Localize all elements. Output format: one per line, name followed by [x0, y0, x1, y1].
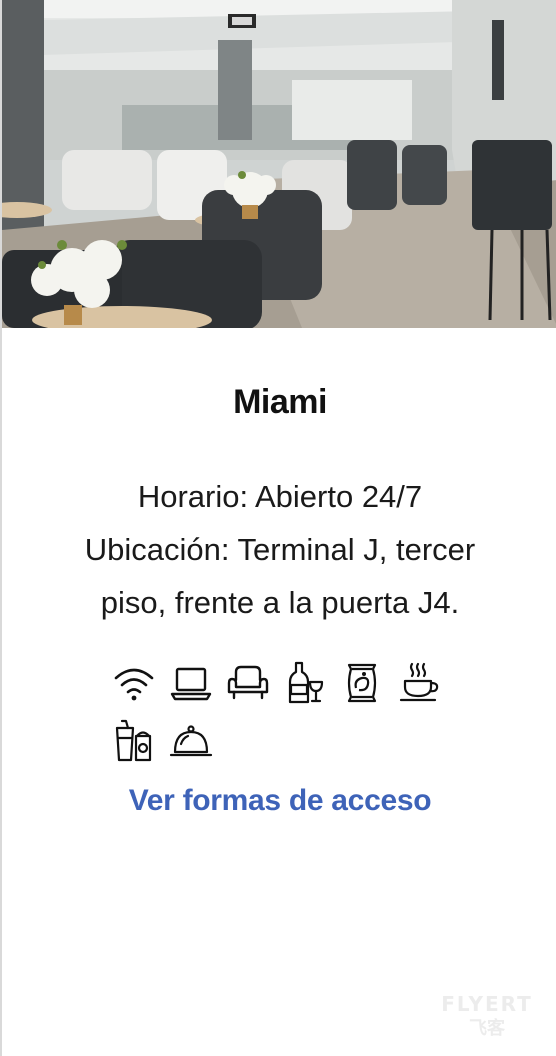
lounge-title: Miami	[233, 383, 327, 421]
location-text-line1: Ubicación: Terminal J, tercer	[84, 532, 476, 567]
watermark-text: FLYERT	[441, 992, 533, 1016]
amenities-row	[112, 718, 472, 764]
wine-bottle-glass-icon	[283, 660, 327, 706]
snack-bag-icon	[340, 660, 384, 706]
wifi-icon	[112, 660, 156, 706]
laptop-icon	[169, 660, 213, 706]
lounge-card: Miami Horario: Abierto 24/7 Ubicación: T…	[0, 0, 556, 1056]
watermark-logo: FLYERT 飞客	[432, 992, 542, 1040]
access-options-link[interactable]: Ver formas de acceso	[2, 784, 556, 818]
lounge-info: Horario: Abierto 24/7 Ubicación: Termina…	[22, 470, 538, 629]
amenities-row	[112, 660, 472, 706]
lounge-photo	[2, 0, 556, 328]
watermark-text-cn: 飞客	[469, 1018, 505, 1039]
location-text-line2: piso, frente a la puerta J4.	[100, 585, 460, 620]
food-cloche-icon	[169, 718, 213, 764]
amenities-list	[112, 660, 472, 776]
coffee-cup-icon	[397, 660, 441, 706]
soft-drinks-icon	[112, 718, 156, 764]
armchair-icon	[226, 660, 270, 706]
hours-text: Horario: Abierto 24/7	[137, 479, 423, 514]
